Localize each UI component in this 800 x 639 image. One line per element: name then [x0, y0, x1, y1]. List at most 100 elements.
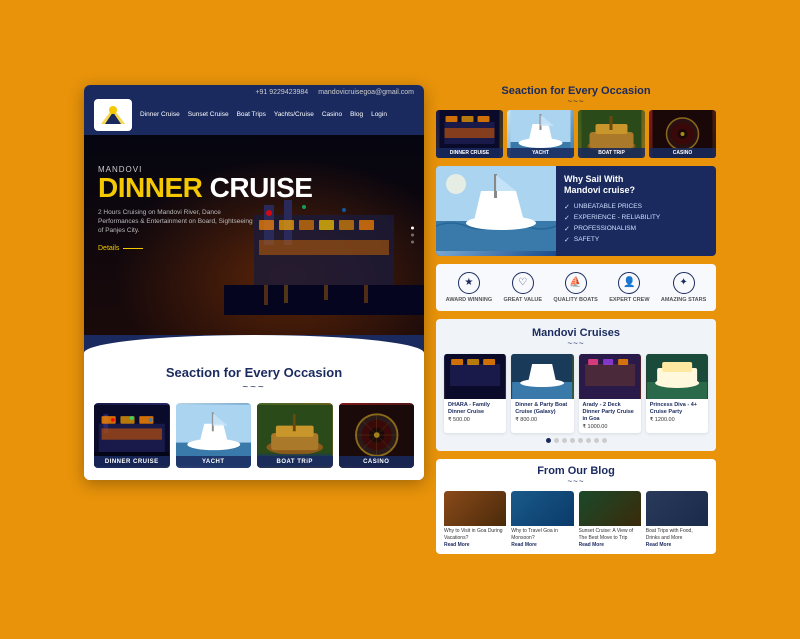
occasion-card-casino[interactable]: CASINO	[339, 403, 415, 468]
cruise-dot-3[interactable]	[562, 438, 567, 443]
cruise-dot-4[interactable]	[570, 438, 575, 443]
blog-img-3	[579, 491, 641, 526]
blog-img-4	[646, 491, 708, 526]
blog-card-4[interactable]: Boat Trips with Food, Drinks and More Re…	[646, 491, 708, 548]
hero-title-white: CRUISE	[210, 172, 313, 203]
hero-title: DINNER CRUISE	[98, 174, 312, 202]
badge-value-label: GREAT VALUE	[503, 297, 542, 303]
check-icon-1: ✓	[564, 203, 570, 211]
right-panel: Seaction for Every Occasion ~~~	[436, 85, 716, 554]
badge-amazing-label: AMAZING STARS	[661, 297, 706, 303]
why-item-4: ✓ SAFETY	[564, 234, 708, 245]
cruise-dot-2[interactable]	[554, 438, 559, 443]
wave-divider	[84, 335, 424, 353]
right-card-yacht[interactable]: YACHT	[507, 110, 574, 158]
blog-read-2[interactable]: Read More	[511, 542, 573, 548]
right-occasion-title: Seaction for Every Occasion	[436, 85, 716, 97]
badge-quality-label: QUALITY BOATS	[553, 297, 597, 303]
blog-text-2: Why to Travel Goa in Monsoon?	[511, 528, 573, 541]
badge-award: ★ AWARD WINNING	[446, 272, 492, 303]
right-card-dinner[interactable]: DINNER CRUISE	[436, 110, 503, 158]
blog-read-3[interactable]: Read More	[579, 542, 641, 548]
logo-icon	[97, 102, 129, 128]
right-occasion-wave: ~~~	[436, 97, 716, 106]
blog-text-1: Why to Visit in Goa During Vacations?	[444, 528, 506, 541]
why-sail-content: Why Sail With Mandovi cruise? ✓ UNBEATAB…	[556, 166, 716, 256]
blog-read-1[interactable]: Read More	[444, 542, 506, 548]
why-list: ✓ UNBEATABLE PRICES ✓ EXPERIENCE - RELIA…	[564, 201, 708, 245]
blog-card-1[interactable]: Why to Visit in Goa During Vacations? Re…	[444, 491, 506, 548]
logo-box[interactable]	[94, 99, 132, 131]
badge-expert-label: EXPERT CREW	[609, 297, 649, 303]
nav-yachts[interactable]: Yachts/Cruise	[274, 111, 314, 118]
cruise-img-2	[511, 354, 573, 399]
cruise-dot-1[interactable]	[546, 438, 551, 443]
blog-card-2[interactable]: Why to Travel Goa in Monsoon? Read More	[511, 491, 573, 548]
blog-img-2	[511, 491, 573, 526]
cruise-card-2[interactable]: Dinner & Party Boat Cruise (Galaxy) ₹ 80…	[511, 354, 573, 433]
nav-main: Dinner Cruise Sunset Cruise Boat Trips Y…	[94, 99, 414, 131]
hero-btn-line	[123, 248, 143, 249]
cruises-pagination	[444, 438, 708, 443]
occasion-wave: ~~~	[94, 382, 414, 393]
cruise-title-2: Dinner & Party Boat Cruise (Galaxy)	[515, 402, 569, 416]
right-card-boat[interactable]: BOAT TRiP	[578, 110, 645, 158]
amazing-icon: ✦	[673, 272, 695, 294]
left-panel: +91 9229423984 mandovicruisegoa@gmail.co…	[84, 85, 424, 480]
why-sail-title: Why Sail With Mandovi cruise?	[564, 174, 708, 196]
cruise-img-1	[444, 354, 506, 399]
hero-details-button[interactable]: Details	[98, 245, 312, 252]
phone: +91 9229423984	[255, 89, 308, 96]
cruise-card-3[interactable]: Arady - 2 Deck Dinner Party Cruise in Go…	[579, 354, 641, 433]
boat-label: BOAT TRiP	[257, 456, 333, 468]
right-yacht-label: YACHT	[507, 148, 574, 158]
right-card-casino[interactable]: CASINO	[649, 110, 716, 158]
hero-dot-1[interactable]	[411, 226, 414, 229]
cruise-card-1[interactable]: DHARA - Family Dinner Cruise ₹ 500.00	[444, 354, 506, 433]
hero-title-yellow: DINNER	[98, 172, 202, 203]
why-item-2: ✓ EXPERIENCE - RELIABILITY	[564, 212, 708, 223]
nav-casino[interactable]: Casino	[322, 111, 342, 118]
cruise-dot-6[interactable]	[586, 438, 591, 443]
occasion-grid: DINNER CRUISE YACH	[94, 403, 414, 468]
badge-expert: 👤 EXPERT CREW	[609, 272, 649, 303]
why-item-3: ✓ PROFESSIONALISM	[564, 223, 708, 234]
hero-content: MANDOVI DINNER CRUISE 2 Hours Cruising o…	[98, 165, 312, 252]
cruises-title: Mandovi Cruises	[444, 327, 708, 339]
hero-slide-dots	[411, 226, 414, 243]
right-casino-label: CASINO	[649, 148, 716, 158]
cruises-wave: ~~~	[444, 339, 708, 348]
cruises-grid: DHARA - Family Dinner Cruise ₹ 500.00 Di…	[444, 354, 708, 433]
nav-boat-trips[interactable]: Boat Trips	[237, 111, 266, 118]
cruises-section: Mandovi Cruises ~~~ DHARA - Family Dinne…	[436, 319, 716, 451]
right-dinner-label: DINNER CRUISE	[436, 148, 503, 158]
email: mandovicruisegoa@gmail.com	[318, 89, 414, 96]
hero-dot-3[interactable]	[411, 240, 414, 243]
right-occasion-section: Seaction for Every Occasion ~~~	[436, 85, 716, 158]
badge-quality: ⛵ QUALITY BOATS	[553, 272, 597, 303]
cruise-card-4[interactable]: Princess Diva - 4+ Cruise Party ₹ 1200.0…	[646, 354, 708, 433]
nav-blog[interactable]: Blog	[350, 111, 363, 118]
value-icon: ♡	[512, 272, 534, 294]
blog-read-4[interactable]: Read More	[646, 542, 708, 548]
occasion-card-boat[interactable]: BOAT TRiP	[257, 403, 333, 468]
cruise-price-4: ₹ 1200.00	[650, 417, 704, 423]
blog-grid: Why to Visit in Goa During Vacations? Re…	[444, 491, 708, 548]
badges-row: ★ AWARD WINNING ♡ GREAT VALUE ⛵ QUALITY …	[436, 264, 716, 311]
nav-sunset-cruise[interactable]: Sunset Cruise	[188, 111, 229, 118]
occasion-card-dinner[interactable]: DINNER CRUISE	[94, 403, 170, 468]
nav-login[interactable]: Login	[371, 111, 387, 118]
cruise-dot-5[interactable]	[578, 438, 583, 443]
section-occasion: Seaction for Every Occasion ~~~	[84, 353, 424, 480]
occasion-row: DINNER CRUISE YACHT	[436, 110, 716, 158]
blog-card-3[interactable]: Sunset Cruise: A View of The Best Move t…	[579, 491, 641, 548]
cruise-dot-7[interactable]	[594, 438, 599, 443]
why-sail-section: Why Sail With Mandovi cruise? ✓ UNBEATAB…	[436, 166, 716, 256]
cruise-dot-8[interactable]	[602, 438, 607, 443]
badge-award-label: AWARD WINNING	[446, 297, 492, 303]
cruise-title-4: Princess Diva - 4+ Cruise Party	[650, 402, 704, 416]
check-icon-4: ✓	[564, 236, 570, 244]
nav-dinner-cruise[interactable]: Dinner Cruise	[140, 111, 180, 118]
occasion-card-yacht[interactable]: YACHT	[176, 403, 252, 468]
hero-dot-2[interactable]	[411, 233, 414, 236]
